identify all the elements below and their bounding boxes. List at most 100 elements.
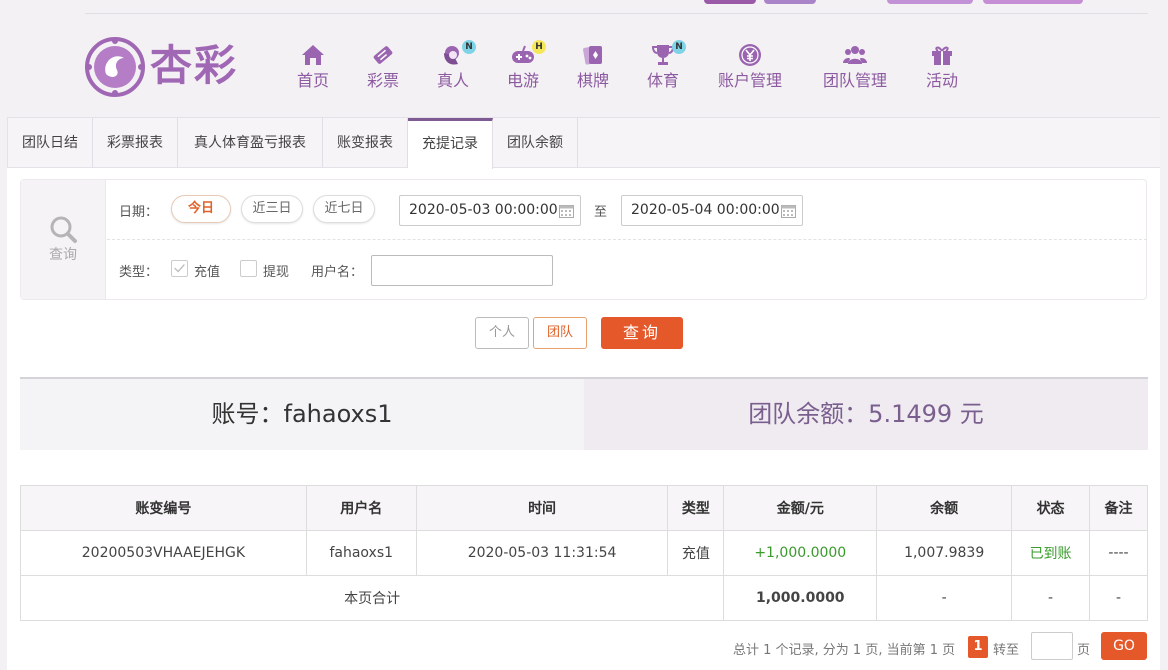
nav-live-label: 真人	[436, 71, 469, 90]
egame-badge: H	[532, 40, 546, 54]
col-header-balance: 余额	[876, 485, 1013, 531]
pager-page-input[interactable]	[1031, 632, 1073, 660]
live-badge: N	[462, 40, 476, 54]
trophy-icon: N	[650, 40, 686, 68]
top-button-1[interactable]	[704, 0, 756, 4]
cell-balance: 1,007.9839	[876, 530, 1013, 576]
nav-egame-label: 电游	[506, 71, 539, 90]
nav-lottery-label: 彩票	[366, 71, 399, 90]
deposit-label: 充值	[194, 265, 221, 280]
col-header-amount: 金额/元	[723, 485, 878, 531]
home-icon	[300, 42, 326, 68]
logo-emblem-icon	[85, 37, 145, 97]
subtotal-balance: -	[876, 575, 1013, 621]
report-tabs: 团队日结 彩票报表 真人体育盈亏报表 账变报表 充提记录 团队余额	[7, 117, 1160, 169]
tab-live-sports-report[interactable]: 真人体育盈亏报表	[178, 118, 323, 168]
pager-goto-label: 转至	[993, 643, 1020, 658]
date-to-label: 至	[594, 205, 608, 220]
nav-promo[interactable]: 活动	[902, 42, 982, 92]
tab-team-balance[interactable]: 团队余额	[493, 118, 578, 168]
tab-account-change[interactable]: 账变报表	[323, 118, 408, 168]
check-icon	[174, 264, 185, 273]
cell-type: 充值	[667, 530, 725, 576]
nav-account-label: 账户管理	[717, 71, 782, 90]
nav-home-label: 首页	[296, 71, 329, 90]
live-dealer-icon: N	[440, 40, 476, 68]
nav-account[interactable]: 账户管理	[710, 42, 790, 92]
search-box: 查询 日期： 今日 近三日 近七日 2020-05-03 00:00:00 至 …	[20, 179, 1147, 300]
top-button-2[interactable]	[764, 0, 816, 4]
search-side: 查询	[21, 180, 106, 299]
col-header-user: 用户名	[305, 485, 417, 531]
personal-button[interactable]: 个人	[475, 317, 529, 349]
nav-chess[interactable]: 棋牌	[553, 42, 633, 92]
table-header-row: 账变编号 用户名 时间 类型 金额/元 余额 状态 备注	[20, 485, 1148, 531]
calendar-icon[interactable]	[781, 204, 796, 218]
cell-amount: +1,000.0000	[723, 530, 878, 576]
team-balance-label: 团队余额：5.1499 元	[584, 379, 1148, 450]
tab-lottery-report[interactable]: 彩票报表	[93, 118, 178, 168]
pager-current-page[interactable]: 1	[968, 636, 988, 658]
pager-summary: 总计 1 个记录, 分为 1 页, 当前第 1 页	[733, 643, 956, 658]
yen-icon	[737, 42, 763, 68]
search-side-label: 查询	[49, 247, 77, 263]
pager-page-unit: 页	[1077, 643, 1091, 658]
magnifier-icon	[48, 214, 78, 244]
nav-home[interactable]: 首页	[273, 42, 353, 92]
brand-logo[interactable]: 杏彩	[84, 36, 239, 98]
date-row: 日期： 今日 近三日 近七日 2020-05-03 00:00:00 至 202…	[107, 180, 1147, 240]
tab-team-daily[interactable]: 团队日结	[8, 118, 93, 168]
pagination: 总计 1 个记录, 分为 1 页, 当前第 1 页 1 转至 页 GO	[7, 632, 1160, 662]
nav-team[interactable]: 团队管理	[815, 42, 895, 92]
nav-chess-label: 棋牌	[576, 71, 609, 90]
col-header-time: 时间	[415, 485, 669, 531]
cell-user: fahaoxs1	[305, 530, 417, 576]
pager-go-button[interactable]: GO	[1101, 632, 1147, 660]
date-7days-button[interactable]: 近七日	[313, 195, 375, 223]
account-label: 账号：fahaoxs1	[20, 379, 584, 450]
query-button[interactable]: 查询	[601, 317, 683, 349]
col-header-type: 类型	[667, 485, 725, 531]
type-label: 类型：	[119, 265, 159, 280]
cards-icon	[580, 42, 606, 68]
nav-promo-label: 活动	[925, 71, 958, 90]
deposit-checkbox[interactable]	[171, 260, 188, 277]
top-divider	[85, 13, 1148, 14]
gamepad-icon: H	[510, 40, 546, 68]
start-date-input[interactable]: 2020-05-03 00:00:00	[399, 195, 581, 226]
lottery-icon	[370, 42, 396, 68]
subtotal-row: 本页合计 1,000.0000 - - -	[19, 575, 1148, 621]
tab-deposit-withdraw[interactable]: 充提记录	[408, 118, 493, 169]
col-header-status: 状态	[1011, 485, 1091, 531]
gift-icon	[929, 42, 955, 68]
username-label: 用户名：	[311, 265, 364, 280]
end-date-input[interactable]: 2020-05-04 00:00:00	[621, 195, 803, 226]
calendar-icon[interactable]	[559, 204, 574, 218]
cell-time: 2020-05-03 11:31:54	[415, 530, 669, 576]
start-date-value: 2020-05-03 00:00:00	[409, 202, 558, 218]
type-row: 类型： 充值 提现 用户名：	[107, 240, 1147, 299]
nav-lottery[interactable]: 彩票	[343, 42, 423, 92]
date-3days-button[interactable]: 近三日	[241, 195, 303, 223]
team-button[interactable]: 团队	[533, 317, 587, 349]
table-row: 20200503VHAAEJEHGK fahaoxs1 2020-05-03 1…	[20, 530, 1148, 576]
cell-id: 20200503VHAAEJEHGK	[20, 530, 307, 576]
records-table: 账变编号 用户名 时间 类型 金额/元 余额 状态 备注 20200503VHA…	[19, 485, 1148, 621]
username-input[interactable]	[371, 255, 553, 286]
nav-sports-label: 体育	[646, 71, 679, 90]
nav-team-label: 团队管理	[822, 71, 887, 90]
nav-live[interactable]: N 真人	[413, 40, 493, 92]
date-today-button[interactable]: 今日	[171, 195, 231, 223]
users-icon	[842, 42, 868, 68]
account-summary: 账号：fahaoxs1 团队余额：5.1499 元	[20, 377, 1148, 450]
nav-egame[interactable]: H 电游	[483, 40, 563, 92]
withdraw-checkbox[interactable]	[240, 260, 257, 277]
cell-remark: ----	[1089, 530, 1148, 576]
col-header-remark: 备注	[1089, 485, 1148, 531]
subtotal-label: 本页合计	[19, 575, 725, 621]
brand-name: 杏彩	[150, 41, 239, 90]
subtotal-status: -	[1011, 575, 1091, 621]
nav-sports[interactable]: N 体育	[623, 40, 703, 92]
top-button-3[interactable]	[887, 0, 973, 4]
top-button-4[interactable]	[983, 0, 1083, 4]
